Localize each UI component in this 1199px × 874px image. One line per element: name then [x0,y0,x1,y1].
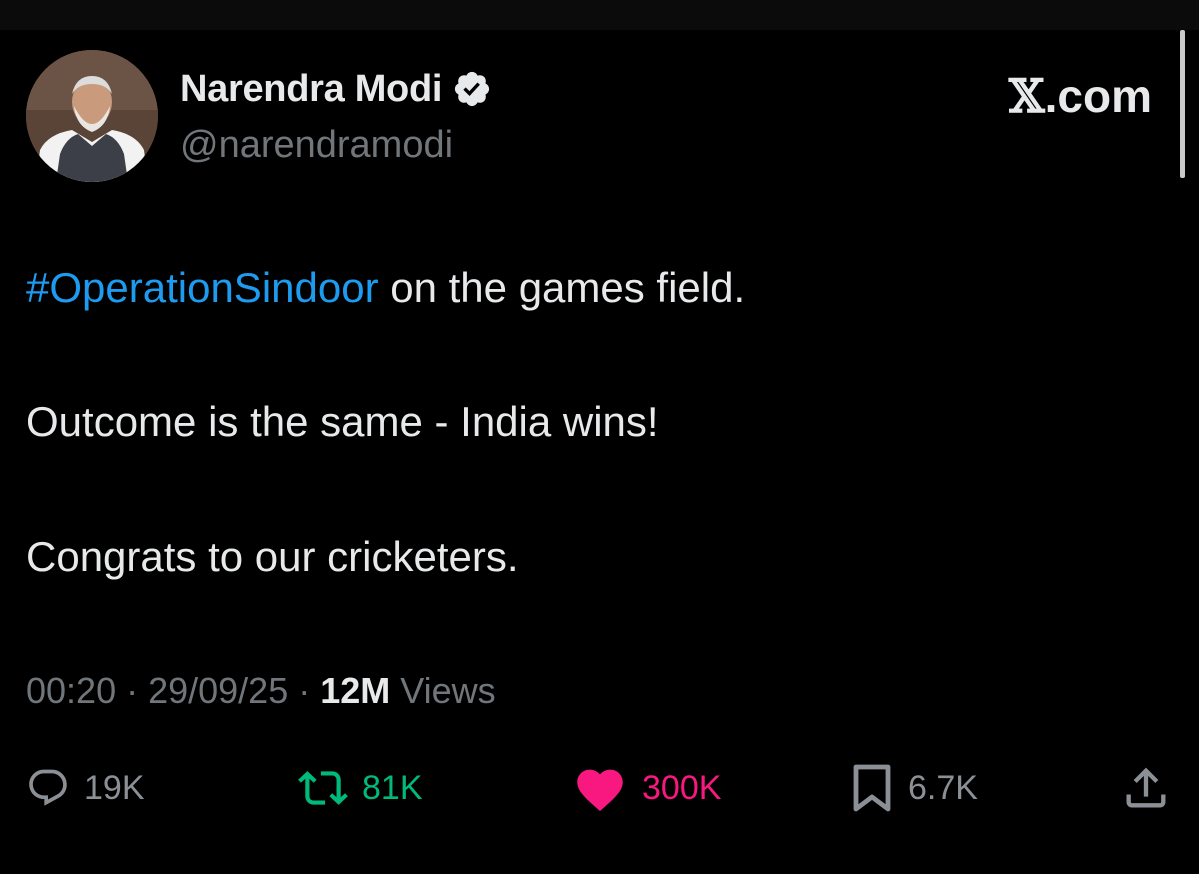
like-count: 300K [642,769,722,807]
tweet-meta: 00:20 · 29/09/25 · 12M Views [26,668,496,714]
profile-photo-icon [26,50,158,182]
share-button[interactable] [1120,762,1172,819]
author-handle[interactable]: @narendramodi [180,122,453,168]
views-count: 12M [320,670,391,711]
tweet-time[interactable]: 00:20 [26,670,116,711]
tweet-date[interactable]: 29/09/25 [148,670,288,711]
verified-badge-icon[interactable] [452,69,492,109]
reply-count: 19K [84,769,145,807]
share-icon [1126,767,1166,808]
site-logo: 𝕏.com [1009,68,1152,124]
reply-icon [29,769,67,806]
views-label: Views [390,670,496,711]
tweet-text-1: on the games field. [378,264,746,311]
meta-separator: · [116,670,149,711]
author-name[interactable]: Narendra Modi [180,66,442,112]
meta-separator: · [288,670,321,711]
author-name-row[interactable]: Narendra Modi [180,66,492,112]
retweet-count: 81K [362,769,423,807]
bookmark-icon [853,764,891,812]
x-logo-icon: 𝕏 [1008,69,1045,123]
site-domain: .com [1044,70,1152,122]
top-bar [0,0,1199,30]
retweet-button[interactable]: 81K [298,762,423,814]
bookmark-button[interactable]: 6.7K [850,762,978,814]
tweet-line-1: #OperationSindoor on the games field. [26,262,745,314]
like-button[interactable]: 300K [572,762,721,814]
tweet-line-3: Congrats to our cricketers. [26,533,519,580]
hashtag-link[interactable]: #OperationSindoor [26,264,379,311]
bookmark-count: 6.7K [908,769,978,807]
tweet-line-2: Outcome is the same - India wins! [26,398,659,445]
retweet-icon [298,771,348,805]
reply-button[interactable]: 19K [26,762,145,814]
scrollbar[interactable] [1180,30,1185,178]
avatar[interactable] [26,50,158,182]
heart-icon [577,769,623,812]
